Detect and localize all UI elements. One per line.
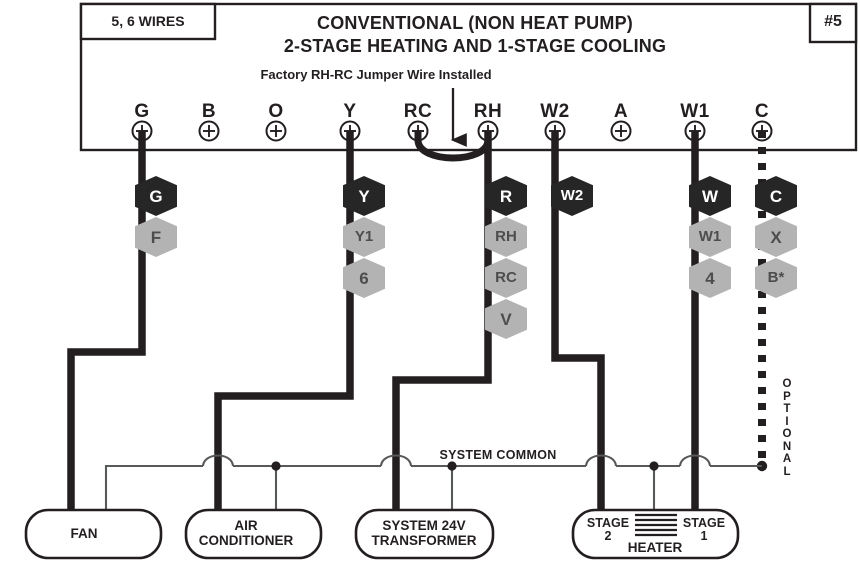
hex-badge-label-4: 4 bbox=[705, 269, 715, 288]
diagram-canvas bbox=[24, 2, 858, 560]
heater-stage2-number: 2 bbox=[604, 529, 612, 543]
terminal-label-w2: W2 bbox=[540, 101, 570, 122]
equipment-label-transformer: TRANSFORMER bbox=[371, 533, 477, 548]
heater-stage1-label: STAGE bbox=[682, 516, 726, 530]
hex-badge-label-y1: Y1 bbox=[354, 228, 374, 245]
hex-badge-label-f: F bbox=[150, 228, 162, 247]
system-common-wire bbox=[104, 454, 762, 515]
optional-letter: L bbox=[783, 465, 791, 478]
terminal-label-b: B bbox=[201, 101, 217, 122]
wire-y-to-ac bbox=[214, 131, 354, 515]
terminal-label-o: O bbox=[268, 101, 284, 122]
equipment-label-fan: FAN bbox=[70, 526, 98, 541]
hex-badge-label-r: R bbox=[499, 187, 513, 206]
terminal-label-c: C bbox=[754, 101, 770, 122]
hex-badge-label-w1: W1 bbox=[698, 228, 722, 245]
optional-letter: N bbox=[782, 440, 792, 453]
system-common-label: SYSTEM COMMON bbox=[439, 448, 557, 462]
hex-badge-label-6: 6 bbox=[359, 269, 369, 288]
terminal-label-g: G bbox=[134, 101, 150, 122]
heater-stage2-label: STAGE bbox=[586, 516, 630, 530]
equipment-label-ac: CONDITIONER bbox=[198, 533, 294, 548]
wires-badge-label: 5, 6 WIRES bbox=[111, 13, 185, 29]
terminal-label-w1: W1 bbox=[680, 101, 710, 122]
optional-letter: O bbox=[782, 378, 792, 390]
optional-letter: P bbox=[783, 390, 791, 403]
terminal-label-rh: RH bbox=[473, 101, 503, 122]
heater-stage1-number: 1 bbox=[700, 529, 708, 543]
equipment-label-ac: AIR bbox=[234, 518, 258, 533]
terminal-screw-b bbox=[198, 120, 220, 142]
hex-badge-label-rh: RH bbox=[495, 228, 517, 245]
wiring-diagram: 5, 6 WIRES CONVENTIONAL (NON HEAT PUMP) … bbox=[0, 0, 860, 563]
hex-badge-label-w: W bbox=[701, 187, 719, 206]
page-title-line2: 2-STAGE HEATING AND 1-STAGE COOLING bbox=[283, 36, 667, 56]
heating-element-icon bbox=[635, 513, 677, 539]
hex-badge-label-c: C bbox=[769, 187, 783, 206]
hex-badge-label-v: V bbox=[500, 310, 512, 329]
equipment-label-transformer: SYSTEM 24V bbox=[382, 518, 466, 533]
terminal-label-y: Y bbox=[343, 101, 357, 122]
terminal-label-a: A bbox=[613, 101, 629, 122]
hex-badge-label-rc: RC bbox=[495, 269, 517, 286]
page-title-line1: CONVENTIONAL (NON HEAT PUMP) bbox=[317, 13, 633, 33]
heater-name-label: HEATER bbox=[627, 540, 683, 555]
jumper-note-label: Factory RH-RC Jumper Wire Installed bbox=[260, 67, 492, 82]
corner-tag-label: #5 bbox=[824, 13, 842, 30]
terminal-label-rc: RC bbox=[403, 101, 433, 122]
hex-badge-label-g: G bbox=[149, 187, 163, 206]
terminal-screw-a bbox=[610, 120, 632, 142]
wire-g-to-fan bbox=[67, 131, 146, 515]
terminal-screw-o bbox=[265, 120, 287, 142]
hex-badge-label-x: X bbox=[770, 228, 782, 247]
optional-letter: I bbox=[785, 415, 789, 428]
hex-badge-label-w2: W2 bbox=[560, 187, 584, 204]
hex-badge-label-bstar: B* bbox=[767, 269, 785, 286]
optional-vertical-label: OPTIONAL bbox=[780, 378, 794, 478]
optional-letter: T bbox=[783, 403, 791, 415]
optional-letter: A bbox=[782, 453, 792, 465]
optional-letter: O bbox=[782, 428, 792, 440]
hex-badge-label-y: Y bbox=[358, 187, 370, 206]
